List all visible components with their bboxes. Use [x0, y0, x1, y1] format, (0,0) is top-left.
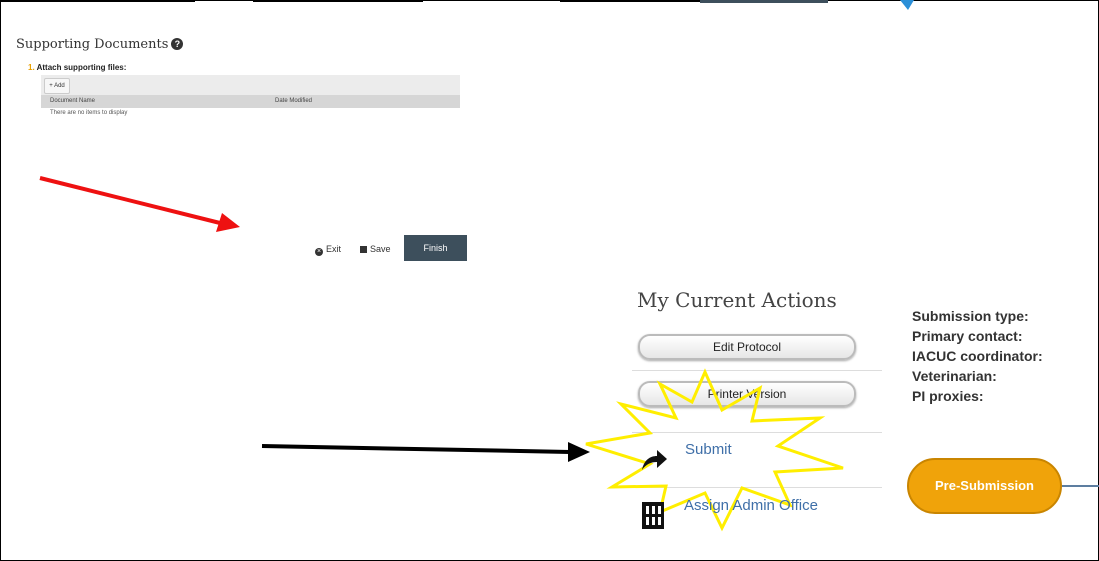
- annotation-arrows: [39, 0, 914, 462]
- cropped-blue-arrow: [900, 0, 914, 10]
- black-annotation-arrow: [261, 442, 590, 462]
- red-annotation-arrow: [39, 176, 240, 232]
